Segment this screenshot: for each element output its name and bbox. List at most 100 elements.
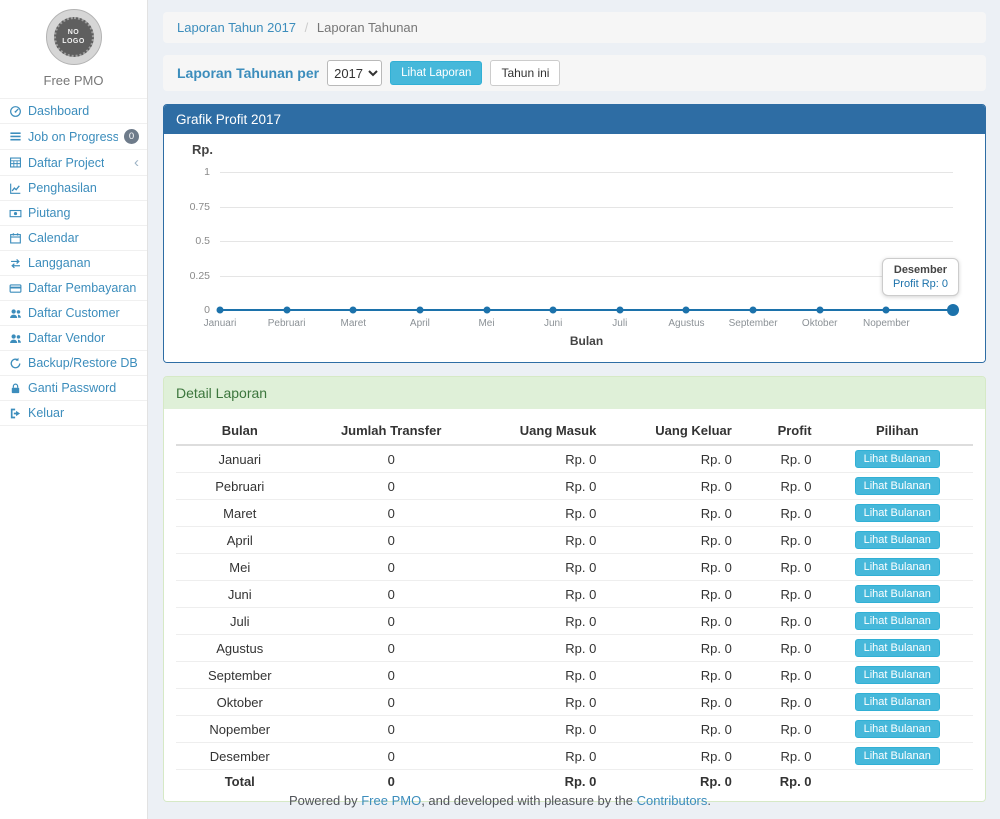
main-content: Laporan Tahun 2017 / Laporan Tahunan Lap… <box>149 0 1000 802</box>
cell-uang-masuk: Rp. 0 <box>479 635 607 662</box>
cell-bulan: Nopember <box>176 716 304 743</box>
lihat-bulanan-button[interactable]: Lihat Bulanan <box>855 558 940 576</box>
lihat-bulanan-button[interactable]: Lihat Bulanan <box>855 666 940 684</box>
lihat-bulanan-button[interactable]: Lihat Bulanan <box>855 531 940 549</box>
sidebar: NO LOGO Free PMO DashboardJob on Progres… <box>0 0 148 819</box>
exchange-icon <box>8 257 22 270</box>
cell-bulan: Januari <box>176 445 304 473</box>
cell-uang-keluar: Rp. 0 <box>606 743 741 770</box>
sidebar-item-label: Keluar <box>28 406 64 420</box>
cell-uang-masuk: Rp. 0 <box>479 445 607 473</box>
lihat-laporan-button[interactable]: Lihat Laporan <box>390 61 482 85</box>
users-icon <box>8 332 22 345</box>
table-row: Nopember0Rp. 0Rp. 0Rp. 0Lihat Bulanan <box>176 716 973 743</box>
breadcrumb-link-laporan-tahun[interactable]: Laporan Tahun 2017 <box>177 20 296 35</box>
data-point-dot <box>816 307 823 314</box>
chart-y-axis-label: Rp. <box>192 142 213 157</box>
sidebar-item-backup-restore-db[interactable]: Backup/Restore DB <box>0 350 147 375</box>
cell-uang-masuk: Rp. 0 <box>479 689 607 716</box>
tahun-ini-button[interactable]: Tahun ini <box>490 60 560 86</box>
cell-uang-masuk: Rp. 0 <box>479 608 607 635</box>
total-cell-bulan: Total <box>176 770 304 794</box>
year-select[interactable]: 2017 <box>327 60 382 86</box>
sidebar-item-daftar-vendor[interactable]: Daftar Vendor <box>0 325 147 350</box>
data-point-dot <box>350 307 357 314</box>
cell-uang-keluar: Rp. 0 <box>606 581 741 608</box>
cell-bulan: Juli <box>176 608 304 635</box>
cell-profit: Rp. 0 <box>742 608 822 635</box>
cell-jumlah-transfer: 0 <box>304 473 479 500</box>
y-tick-label: 0 <box>176 304 210 316</box>
sidebar-item-langganan[interactable]: Langganan <box>0 250 147 275</box>
lihat-bulanan-button[interactable]: Lihat Bulanan <box>855 477 940 495</box>
cell-uang-keluar: Rp. 0 <box>606 445 741 473</box>
cell-jumlah-transfer: 0 <box>304 716 479 743</box>
cell-uang-keluar: Rp. 0 <box>606 662 741 689</box>
sidebar-item-daftar-customer[interactable]: Daftar Customer <box>0 300 147 325</box>
lihat-bulanan-button[interactable]: Lihat Bulanan <box>855 639 940 657</box>
sidebar-item-label: Penghasilan <box>28 181 97 195</box>
lihat-bulanan-button[interactable]: Lihat Bulanan <box>855 504 940 522</box>
cell-uang-masuk: Rp. 0 <box>479 500 607 527</box>
sidebar-item-daftar-project[interactable]: Daftar Project‹ <box>0 149 147 175</box>
sidebar-item-keluar[interactable]: Keluar <box>0 400 147 426</box>
footer-text: . <box>707 793 711 808</box>
table-row: Januari0Rp. 0Rp. 0Rp. 0Lihat Bulanan <box>176 445 973 473</box>
table-row: Juli0Rp. 0Rp. 0Rp. 0Lihat Bulanan <box>176 608 973 635</box>
x-tick-label: Januari <box>204 318 237 329</box>
page: NO LOGO Free PMO DashboardJob on Progres… <box>0 0 1000 819</box>
lock-icon <box>8 382 22 395</box>
detail-report-panel: Detail Laporan BulanJumlah TransferUang … <box>163 376 986 802</box>
lihat-bulanan-button[interactable]: Lihat Bulanan <box>855 720 940 738</box>
monthly-report-table: BulanJumlah TransferUang MasukUang Kelua… <box>176 417 973 793</box>
sidebar-item-ganti-password[interactable]: Ganti Password <box>0 375 147 400</box>
data-point-dot <box>483 307 490 314</box>
cell-bulan: April <box>176 527 304 554</box>
cell-uang-keluar: Rp. 0 <box>606 527 741 554</box>
cell-bulan: September <box>176 662 304 689</box>
x-tick-label: Juli <box>612 318 627 329</box>
gridline <box>220 172 953 173</box>
line-chart-icon <box>8 182 22 195</box>
lihat-bulanan-button[interactable]: Lihat Bulanan <box>855 612 940 630</box>
tooltip-value: Profit Rp: 0 <box>893 278 948 290</box>
x-tick-label: Oktober <box>802 318 838 329</box>
app-logo: NO LOGO <box>0 0 147 65</box>
sidebar-item-job-on-progress[interactable]: Job on Progress0 <box>0 123 147 149</box>
cell-uang-masuk: Rp. 0 <box>479 743 607 770</box>
lihat-bulanan-button[interactable]: Lihat Bulanan <box>855 693 940 711</box>
tooltip-title: Desember <box>893 264 948 276</box>
x-tick-label: Nopember <box>863 318 910 329</box>
cell-jumlah-transfer: 0 <box>304 500 479 527</box>
sidebar-item-piutang[interactable]: Piutang <box>0 200 147 225</box>
breadcrumb-separator: / <box>305 20 309 35</box>
sidebar-item-calendar[interactable]: Calendar <box>0 225 147 250</box>
x-tick-label: Pebruari <box>268 318 306 329</box>
gridline <box>220 241 953 242</box>
sidebar-item-daftar-pembayaran[interactable]: Daftar Pembayaran <box>0 275 147 300</box>
free-pmo-link[interactable]: Free PMO <box>361 793 421 808</box>
lihat-bulanan-button[interactable]: Lihat Bulanan <box>855 585 940 603</box>
gridline <box>220 207 953 208</box>
cell-jumlah-transfer: 0 <box>304 662 479 689</box>
contributors-link[interactable]: Contributors <box>637 793 708 808</box>
cell-uang-keluar: Rp. 0 <box>606 716 741 743</box>
cell-uang-masuk: Rp. 0 <box>479 527 607 554</box>
cell-bulan: Pebruari <box>176 473 304 500</box>
x-tick-label: Maret <box>340 318 366 329</box>
lihat-bulanan-button[interactable]: Lihat Bulanan <box>855 747 940 765</box>
total-cell-jumlah-transfer: 0 <box>304 770 479 794</box>
table-row: Maret0Rp. 0Rp. 0Rp. 0Lihat Bulanan <box>176 500 973 527</box>
sidebar-item-dashboard[interactable]: Dashboard <box>0 98 147 123</box>
users-icon <box>8 307 22 320</box>
cell-uang-masuk: Rp. 0 <box>479 581 607 608</box>
cell-profit: Rp. 0 <box>742 500 822 527</box>
gridline <box>220 276 953 277</box>
sidebar-menu: DashboardJob on Progress0Daftar Project‹… <box>0 98 147 426</box>
cell-profit: Rp. 0 <box>742 743 822 770</box>
sidebar-item-penghasilan[interactable]: Penghasilan <box>0 175 147 200</box>
table-header-row: BulanJumlah TransferUang MasukUang Kelua… <box>176 417 973 445</box>
lihat-bulanan-button[interactable]: Lihat Bulanan <box>855 450 940 468</box>
column-header-profit: Profit <box>742 417 822 445</box>
column-header-uang-keluar: Uang Keluar <box>606 417 741 445</box>
